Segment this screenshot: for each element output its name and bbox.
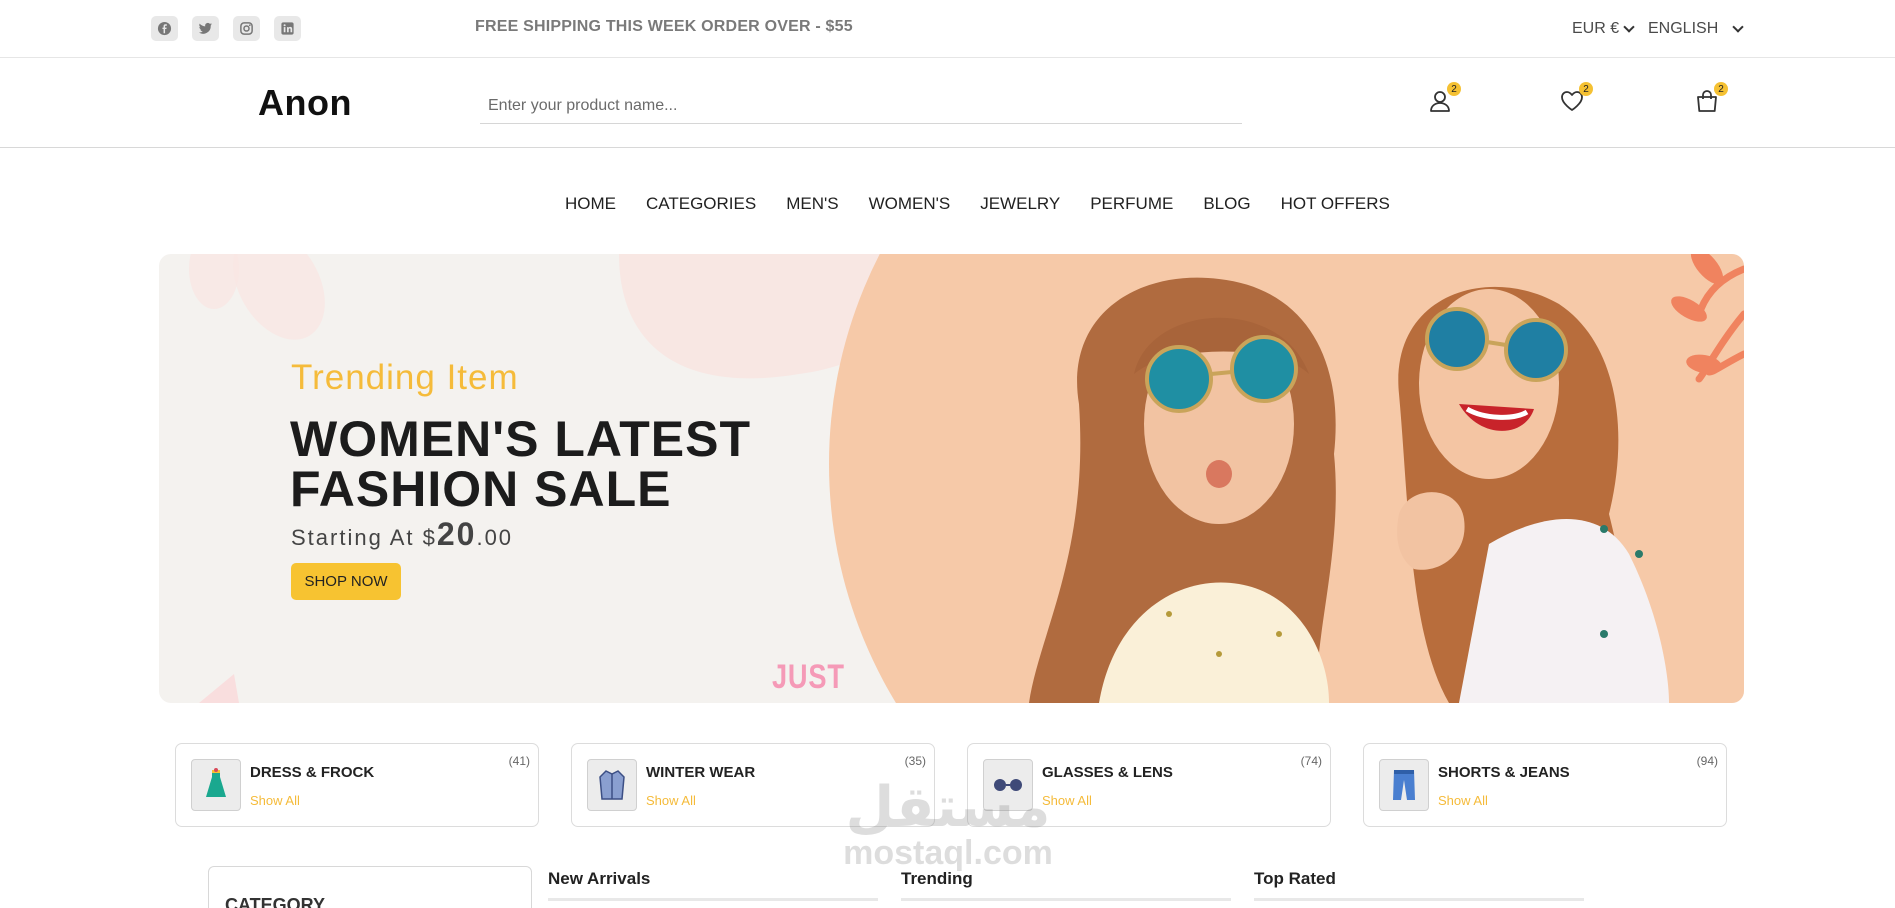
category-card-shorts[interactable]: SHORTS & JEANS Show All (94) bbox=[1363, 743, 1727, 827]
show-all-link[interactable]: Show All bbox=[1438, 793, 1488, 808]
price-cents: .00 bbox=[476, 525, 514, 550]
main-nav: HOME CATEGORIES MEN'S WOMEN'S JEWELRY PE… bbox=[565, 194, 1390, 214]
price-amount: 20 bbox=[436, 516, 477, 552]
category-count: (41) bbox=[508, 754, 530, 768]
site-logo[interactable]: Anon bbox=[258, 82, 352, 124]
category-count: (94) bbox=[1696, 754, 1718, 768]
watermark-arabic: مستقل bbox=[845, 775, 1051, 840]
hero-subtitle: Trending Item bbox=[291, 358, 519, 397]
category-sidebar: CATEGORY bbox=[208, 866, 532, 908]
nav-item-home[interactable]: HOME bbox=[565, 194, 616, 214]
price-prefix: Starting At $ bbox=[291, 525, 437, 550]
main-header: Anon 2 2 2 bbox=[0, 58, 1895, 148]
category-name: GLASSES & LENS bbox=[1042, 764, 1173, 781]
language-value: ENGLISH bbox=[1648, 20, 1719, 37]
dress-icon bbox=[206, 768, 226, 797]
cart-button[interactable]: 2 bbox=[1694, 82, 1728, 118]
hero-price: Starting At $20.00 bbox=[291, 516, 513, 553]
instagram-link[interactable] bbox=[233, 16, 260, 41]
category-name: SHORTS & JEANS bbox=[1438, 764, 1570, 781]
cart-badge: 2 bbox=[1714, 82, 1728, 96]
divider bbox=[1254, 898, 1584, 901]
nav-item-blog[interactable]: BLOG bbox=[1203, 194, 1250, 214]
language-select[interactable]: ENGLISH bbox=[1648, 20, 1744, 38]
linkedin-link[interactable] bbox=[274, 16, 301, 41]
wishlist-badge: 2 bbox=[1579, 82, 1593, 96]
shop-now-button[interactable]: SHOP NOW bbox=[291, 563, 401, 600]
social-links bbox=[151, 16, 301, 41]
hero-banner: Trending Item WOMEN'S LATEST FASHION SAL… bbox=[159, 254, 1744, 703]
facebook-link[interactable] bbox=[151, 16, 178, 41]
show-all-link[interactable]: Show All bbox=[646, 793, 696, 808]
sidebar-title: CATEGORY bbox=[225, 895, 326, 908]
watermark-latin: mostaql.com bbox=[843, 834, 1053, 872]
category-card-dress[interactable]: DRESS & FROCK Show All (41) bbox=[175, 743, 539, 827]
nav-item-categories[interactable]: CATEGORIES bbox=[646, 194, 756, 214]
nav-item-womens[interactable]: WOMEN'S bbox=[869, 194, 951, 214]
nav-item-perfume[interactable]: PERFUME bbox=[1090, 194, 1173, 214]
watermark: مستقل mostaql.com bbox=[828, 775, 1068, 872]
category-thumb bbox=[587, 759, 637, 811]
jeans-icon bbox=[1393, 770, 1415, 800]
wishlist-button[interactable]: 2 bbox=[1559, 82, 1593, 118]
column-top-rated: Top Rated bbox=[1254, 869, 1336, 888]
jacket-icon bbox=[599, 770, 625, 800]
column-new-arrivals: New Arrivals bbox=[548, 869, 651, 888]
chevron-down-icon bbox=[1623, 21, 1635, 33]
category-name: DRESS & FROCK bbox=[250, 764, 375, 781]
instagram-icon bbox=[240, 22, 253, 35]
category-count: (35) bbox=[904, 754, 926, 768]
search-input[interactable] bbox=[480, 88, 1242, 124]
twitter-icon bbox=[198, 22, 213, 34]
category-name: WINTER WEAR bbox=[646, 764, 756, 781]
divider bbox=[901, 898, 1231, 901]
category-thumb bbox=[191, 759, 241, 811]
nav-item-jewelry[interactable]: JEWELRY bbox=[980, 194, 1060, 214]
linkedin-icon bbox=[281, 22, 294, 35]
category-thumb bbox=[1379, 759, 1429, 811]
show-all-link[interactable]: Show All bbox=[250, 793, 300, 808]
currency-select[interactable]: EUR € bbox=[1572, 20, 1635, 38]
divider bbox=[548, 898, 878, 901]
category-count: (74) bbox=[1300, 754, 1322, 768]
shipping-announcement: FREE SHIPPING THIS WEEK ORDER OVER - $55 bbox=[475, 18, 853, 35]
column-trending: Trending bbox=[901, 869, 973, 888]
top-bar: FREE SHIPPING THIS WEEK ORDER OVER - $55… bbox=[0, 0, 1895, 58]
account-button[interactable]: 2 bbox=[1427, 82, 1461, 118]
twitter-link[interactable] bbox=[192, 16, 219, 41]
facebook-icon bbox=[157, 21, 172, 36]
chevron-down-icon bbox=[1732, 21, 1744, 33]
nav-item-mens[interactable]: MEN'S bbox=[786, 194, 838, 214]
account-badge: 2 bbox=[1447, 82, 1461, 96]
hero-title: WOMEN'S LATEST FASHION SALE bbox=[290, 411, 752, 517]
hero-decor-text: JUST bbox=[772, 658, 845, 696]
currency-value: EUR € bbox=[1572, 20, 1620, 37]
nav-item-hot-offers[interactable]: HOT OFFERS bbox=[1281, 194, 1390, 214]
